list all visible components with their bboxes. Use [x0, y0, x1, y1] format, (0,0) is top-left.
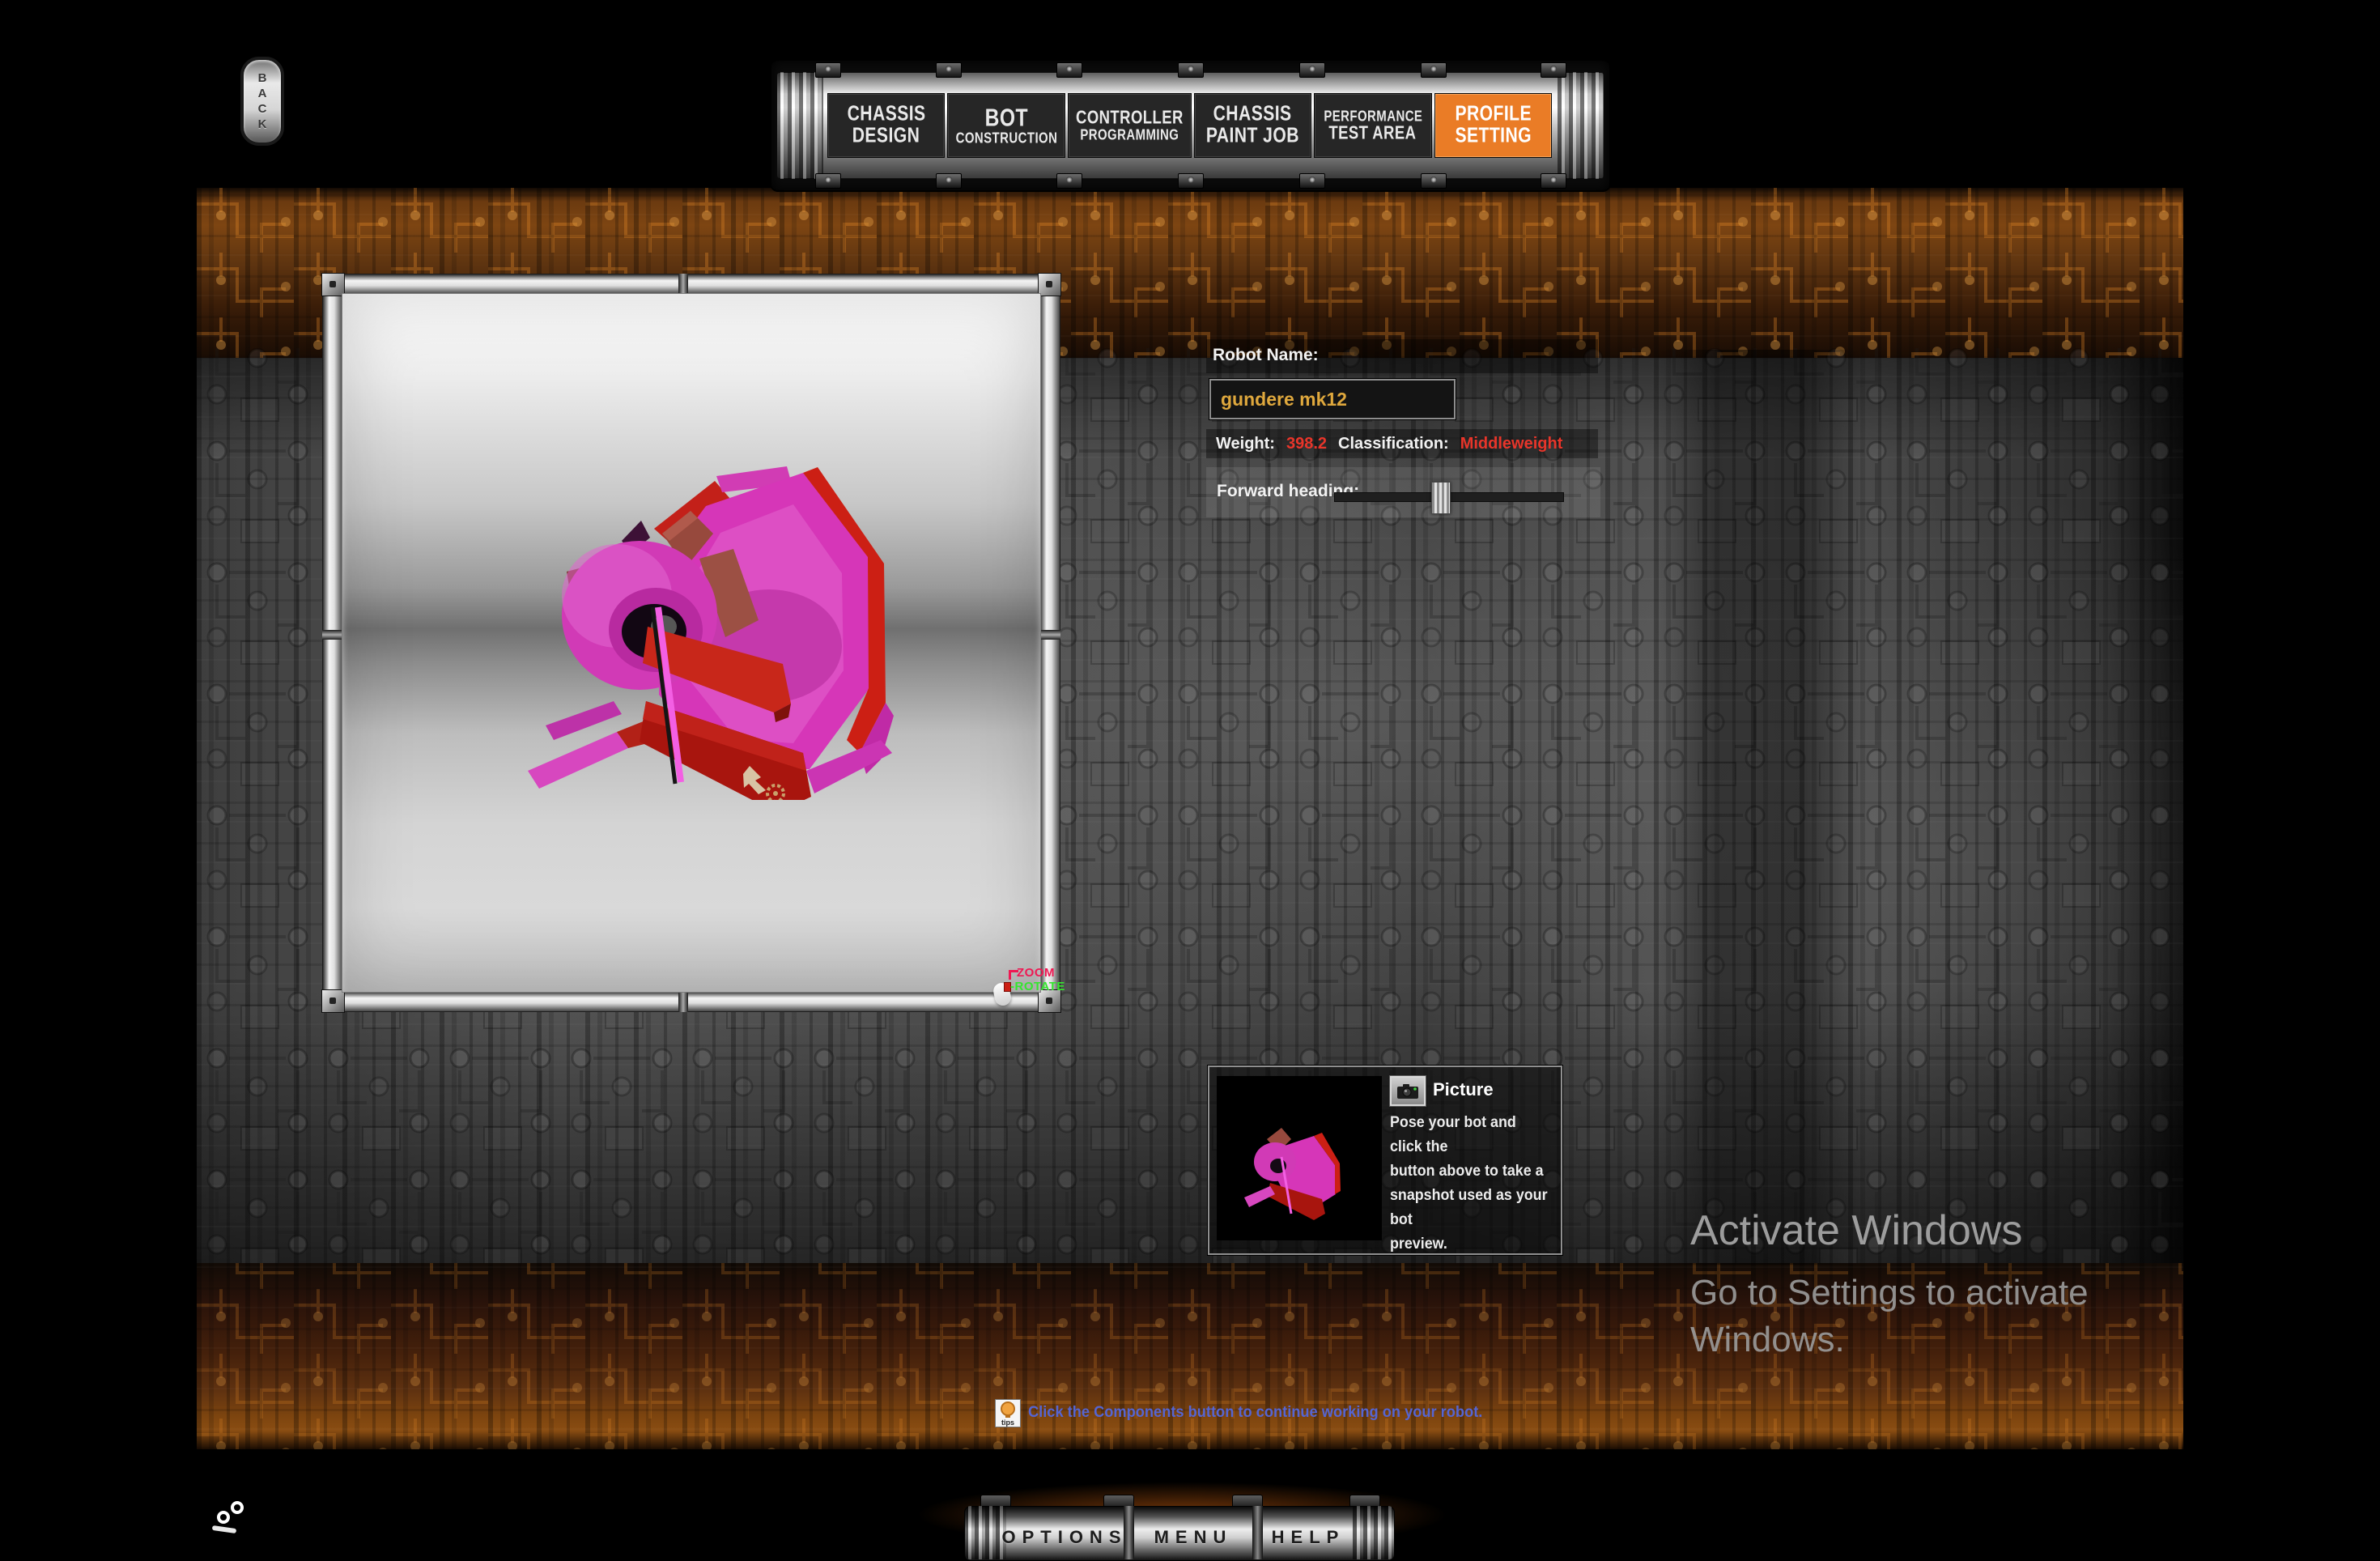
- top-nav-bar: CHASSIS DESIGN BOT CONSTRUCTION CONTROLL…: [771, 61, 1609, 190]
- decorative-ring: [217, 1511, 230, 1524]
- nav-clamp: [1178, 62, 1204, 78]
- nav-clamp: [1299, 173, 1325, 189]
- nav-clamp: [1421, 173, 1447, 189]
- tab-chassis-paint-job[interactable]: CHASSIS PAINT JOB: [1193, 93, 1312, 158]
- robot-name-label: Robot Name:: [1213, 346, 1319, 364]
- rotate-hint-label: -ROTATE: [1010, 980, 1065, 993]
- nav-clamp: [1541, 62, 1566, 78]
- tips-icon: tips: [995, 1399, 1021, 1427]
- bot-thumbnail-image: [1244, 1128, 1341, 1220]
- back-button[interactable]: B A C K: [240, 57, 284, 146]
- nav-clamp: [1541, 173, 1566, 189]
- robot-name-input[interactable]: gundere mk12: [1209, 379, 1456, 419]
- nav-clamp: [1056, 62, 1082, 78]
- nav-end-cap-right: [1558, 72, 1604, 179]
- picture-panel-description: Pose your bot and click the button above…: [1390, 1114, 1548, 1253]
- nav-clamp: [815, 173, 841, 189]
- decorative-ring: [231, 1501, 244, 1514]
- camera-icon: [1397, 1083, 1418, 1099]
- classification-label: Classification:: [1338, 434, 1449, 453]
- options-button[interactable]: OPTIONS: [1000, 1527, 1129, 1548]
- activate-windows-title: Activate Windows: [1690, 1207, 2023, 1254]
- bot-snapshot-thumbnail: [1217, 1076, 1382, 1240]
- nav-clamp: [815, 62, 841, 78]
- weight-value: 398.2: [1286, 434, 1328, 453]
- robot-name-value: gundere mk12: [1221, 388, 1347, 410]
- tip-text: Click the Components button to continue …: [1028, 1404, 1483, 1421]
- robot-name-label-strip: Robot Name:: [1206, 339, 1598, 373]
- classification-value: Middleweight: [1460, 434, 1563, 453]
- nav-end-cap-left: [776, 72, 823, 179]
- take-snapshot-button[interactable]: [1389, 1075, 1426, 1107]
- bottom-menu-bar: OPTIONS MENU HELP: [964, 1495, 1395, 1561]
- back-letter: A: [257, 87, 267, 100]
- back-letter: C: [257, 102, 267, 116]
- back-letter: B: [257, 71, 267, 85]
- tab-bot-construction[interactable]: BOT CONSTRUCTION: [947, 93, 1065, 158]
- zoom-hint-label: ZOOM: [1017, 966, 1055, 980]
- nav-clamp: [936, 173, 962, 189]
- decorative-slash: [211, 1525, 237, 1534]
- nav-clamp: [936, 62, 962, 78]
- menu-button[interactable]: MENU: [1128, 1527, 1258, 1548]
- bot-preview-frame: ZOOM -ROTATE: [321, 273, 1065, 1013]
- weight-label: Weight:: [1216, 434, 1275, 453]
- tab-controller-programming[interactable]: CONTROLLER PROGRAMMING: [1067, 93, 1192, 158]
- forward-heading-slider-handle[interactable]: [1431, 482, 1451, 514]
- weight-classification-row: Weight: 398.2 Classification: Middleweig…: [1206, 429, 1598, 458]
- picture-panel-title: Picture: [1433, 1079, 1494, 1100]
- help-button[interactable]: HELP: [1243, 1527, 1373, 1548]
- viewport-controls-hint: ZOOM -ROTATE: [992, 966, 1070, 1015]
- robot-3d-model[interactable]: [518, 427, 907, 800]
- nav-clamp: [1421, 62, 1447, 78]
- tab-profile-setting[interactable]: PROFILE SETTING: [1434, 93, 1553, 158]
- tab-chassis-design[interactable]: CHASSIS DESIGN: [827, 93, 946, 158]
- tab-performance-test-area[interactable]: PERFORMANCE TEST AREA: [1314, 93, 1432, 158]
- svg-text:tips: tips: [1001, 1419, 1014, 1427]
- activate-windows-subtitle: Go to Settings to activate Windows.: [1690, 1273, 2089, 1359]
- back-letter: K: [257, 117, 267, 131]
- nav-clamp: [1299, 62, 1325, 78]
- nav-clamp: [1178, 173, 1204, 189]
- nav-clamp: [1056, 173, 1082, 189]
